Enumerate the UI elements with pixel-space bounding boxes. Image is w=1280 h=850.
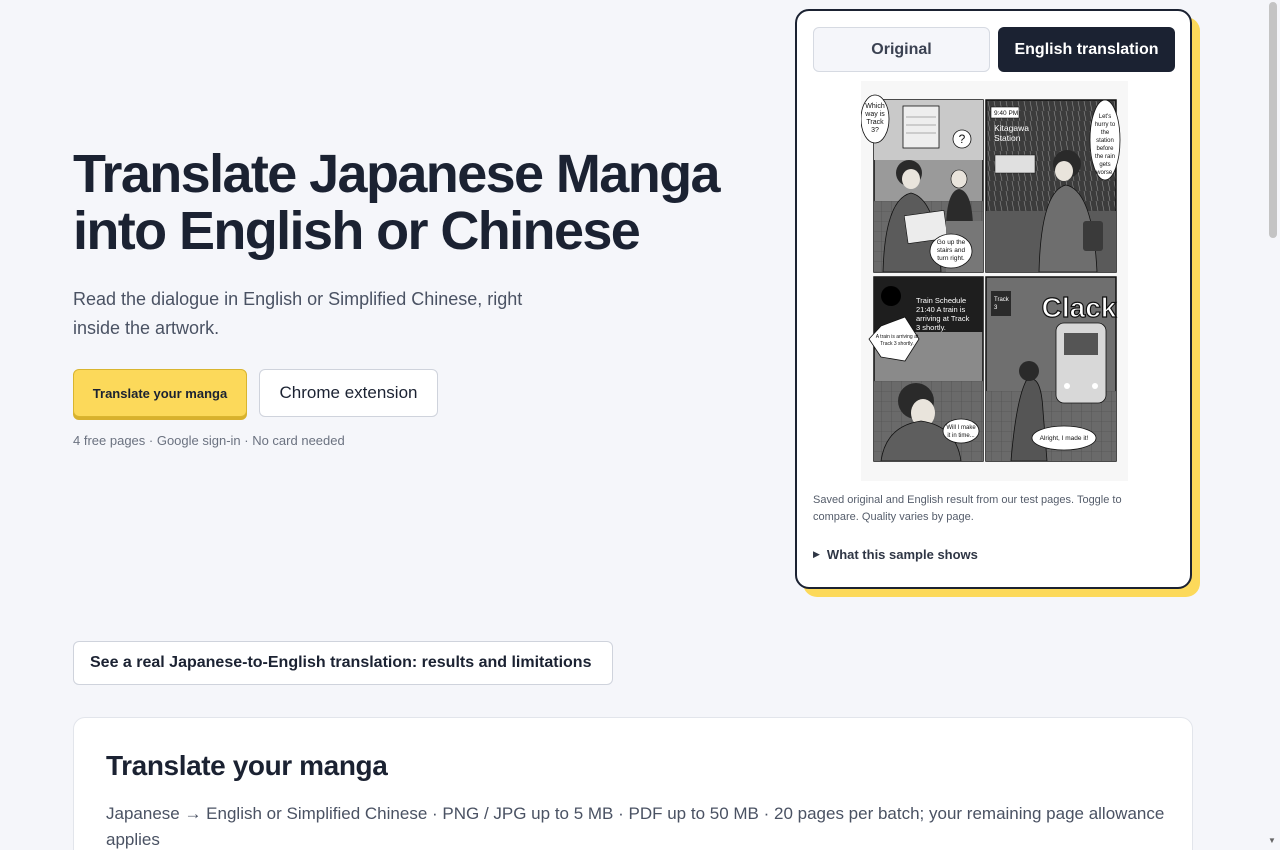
tab-original[interactable]: Original — [813, 27, 990, 72]
manga-panel-2: 9:40 PM Kitagawa Station Let's hurry to the… — [985, 99, 1121, 273]
triangle-right-icon: ▶ — [813, 549, 820, 559]
hero-subtitle: Read the dialogue in English or Simplifi… — [73, 289, 523, 338]
manga-panel-4: Track 3 Clack Alright, I made it! — [985, 276, 1117, 462]
scrollbar-thumb[interactable] — [1269, 2, 1277, 238]
page-scrollbar[interactable]: ▼ — [1266, 0, 1280, 850]
sample-details-label: What this sample shows — [826, 547, 978, 562]
manga-question-mark: ? — [959, 132, 966, 146]
upload-panel: Translate your manga Japanese → English … — [73, 717, 1193, 850]
upload-panel-title: Translate your manga — [106, 750, 388, 781]
scroll-down-arrow-icon[interactable]: ▼ — [1268, 836, 1276, 845]
chrome-extension-button[interactable]: Chrome extension — [259, 369, 438, 417]
sample-comparison-card: Original English translation ? Which way… — [795, 9, 1192, 589]
free-pages-note: 4 free pages · Google sign-in · No card … — [73, 433, 345, 448]
sample-caption: Saved original and English result from o… — [813, 494, 1122, 523]
hero-title: Translate Japanese Manga into English or… — [73, 146, 763, 260]
translate-manga-button[interactable]: Translate your manga — [73, 369, 247, 417]
manga-time-sign: 9:40 PM — [994, 110, 1018, 117]
results-limitations-link[interactable]: See a real Japanese-to-English translati… — [73, 641, 613, 685]
manga-bubble-directions: Go up the stairs and turn right. — [937, 239, 966, 262]
manga-bubble-made-it: Alright, I made it! — [1040, 435, 1089, 442]
manga-sfx-clack: Clack — [1042, 292, 1117, 323]
sample-details-toggle[interactable]: ▶ What this sample shows — [813, 547, 978, 562]
hero-title-line2: into English or Chinese — [73, 201, 641, 261]
manga-bubble-announcement: A train is arriving at Track 3 shortly. — [876, 334, 919, 347]
tab-english-translation[interactable]: English translation — [998, 27, 1175, 72]
manga-panel-1: ? Which way is Track 3? Go up the stairs and… — [860, 94, 984, 273]
hero-title-line1: Translate Japanese Manga — [73, 144, 721, 204]
manga-sample-image: ? Which way is Track 3? Go up the stairs and… — [860, 81, 1128, 481]
manga-panel-3: Train Schedule 21:40 A train is arriving a… — [868, 276, 984, 462]
upload-panel-subtitle: Japanese → English or Simplified Chinese… — [106, 804, 1165, 849]
